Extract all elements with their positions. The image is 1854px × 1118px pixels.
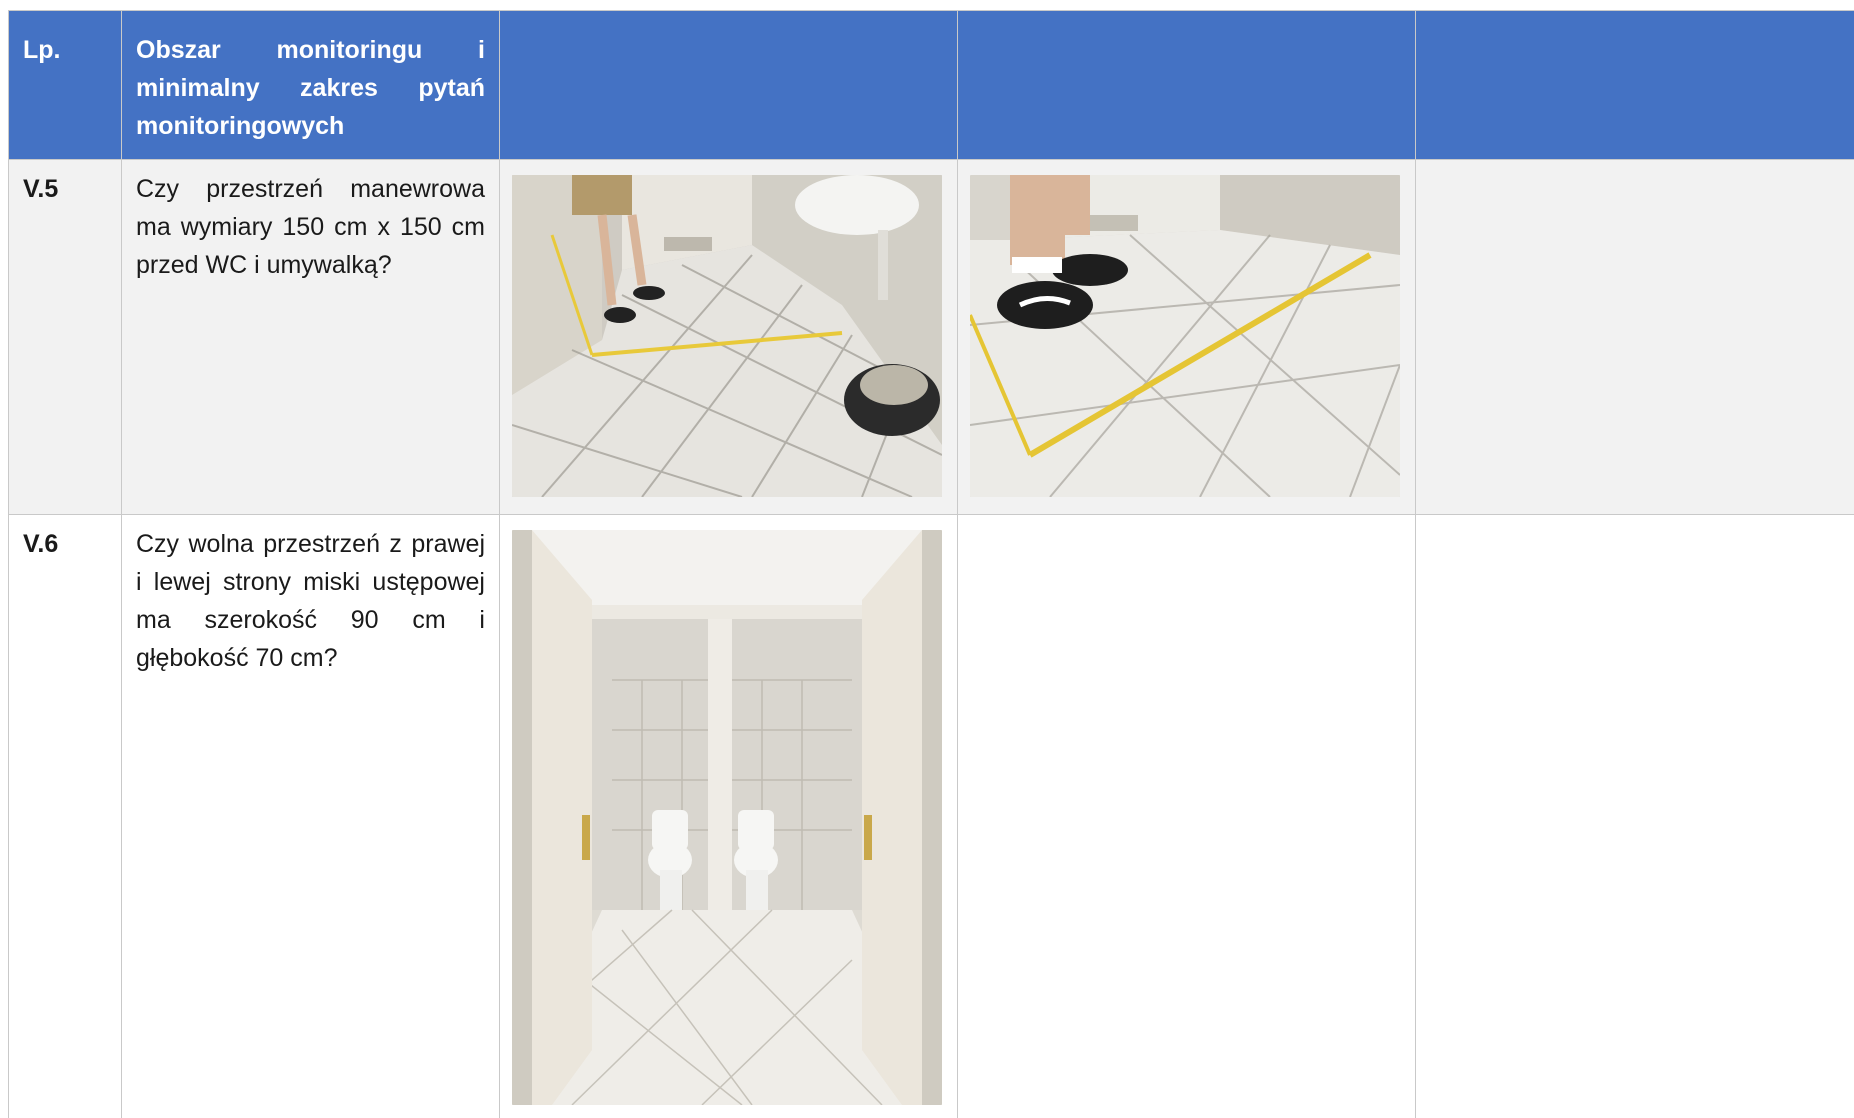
bathroom-floor-measuring-tape-photo — [512, 175, 942, 497]
row-empty-cell — [1415, 514, 1854, 1118]
floor-tape-close-up-photo — [970, 175, 1400, 497]
header-cell-lp: Lp. — [8, 10, 122, 160]
header-cell-empty-1 — [499, 10, 958, 160]
row-photo-cell — [499, 514, 958, 1118]
table-row: V.6 Czy wolna przestrzeń z prawej i lewe… — [8, 514, 1854, 1118]
toilet-stalls-photo — [512, 530, 942, 1105]
row-lp-cell: V.6 — [8, 514, 122, 1118]
row-question-cell: Czy wolna przestrzeń z prawej i lewej st… — [121, 514, 500, 1118]
row-question-text: Czy przestrzeń manewrowa ma wymiary 150 … — [136, 175, 485, 279]
header-area-label: Obszar monitoringu i minimalny zakres py… — [136, 36, 485, 140]
row-empty-cell — [957, 514, 1416, 1118]
document-page: Lp. Obszar monitoringu i minimalny zakre… — [8, 10, 1854, 1118]
monitoring-table: Lp. Obszar monitoringu i minimalny zakre… — [8, 10, 1854, 1118]
header-lp-label: Lp. — [23, 36, 61, 64]
header-cell-empty-3 — [1415, 10, 1854, 160]
header-cell-empty-2 — [957, 10, 1416, 160]
row-empty-cell — [1415, 159, 1854, 515]
row-question-text: Czy wolna przestrzeń z prawej i lewej st… — [136, 530, 485, 672]
row-photo-cell — [957, 159, 1416, 515]
table-header-row: Lp. Obszar monitoringu i minimalny zakre… — [8, 10, 1854, 160]
row-lp-label: V.6 — [23, 530, 59, 558]
row-lp-label: V.5 — [23, 175, 59, 203]
row-photo-cell — [499, 159, 958, 515]
table-row: V.5 Czy przestrzeń manewrowa ma wymiary … — [8, 159, 1854, 515]
header-cell-area: Obszar monitoringu i minimalny zakres py… — [121, 10, 500, 160]
row-question-cell: Czy przestrzeń manewrowa ma wymiary 150 … — [121, 159, 500, 515]
row-lp-cell: V.5 — [8, 159, 122, 515]
